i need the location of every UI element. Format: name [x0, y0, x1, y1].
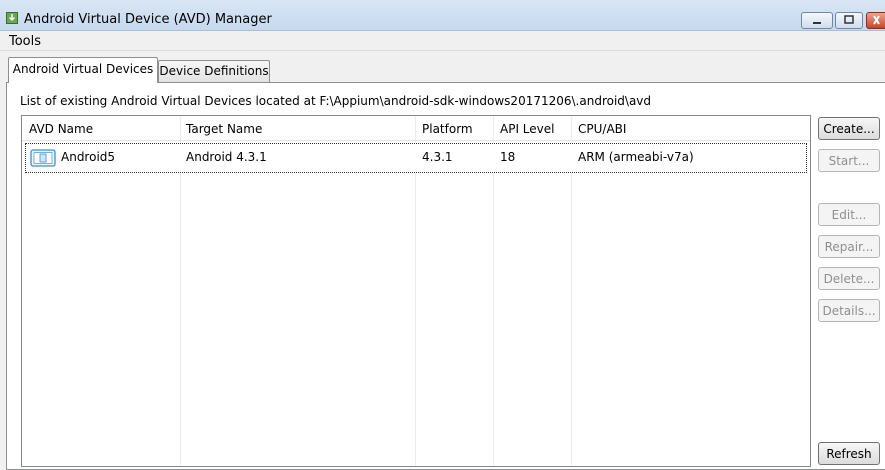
minimize-button[interactable]: [801, 12, 833, 29]
menu-tools[interactable]: Tools: [9, 34, 41, 49]
delete-button[interactable]: Delete...: [818, 267, 880, 290]
create-button[interactable]: Create...: [818, 117, 880, 140]
close-button[interactable]: [866, 12, 885, 29]
avd-table[interactable]: AVD Name Target Name Platform API Level …: [21, 115, 811, 467]
header-separator: [22, 140, 810, 141]
avd-location-description: List of existing Android Virtual Devices…: [20, 94, 652, 108]
column-header-platform[interactable]: Platform: [422, 122, 473, 136]
column-header-avd-name[interactable]: AVD Name: [29, 122, 93, 136]
maximize-icon: [844, 15, 854, 24]
cell-avd-name: Android5: [61, 150, 116, 164]
details-button[interactable]: Details...: [818, 299, 880, 322]
cell-api-level: 18: [500, 150, 516, 164]
start-button[interactable]: Start...: [818, 149, 880, 172]
cell-target-name: Android 4.3.1: [186, 150, 267, 164]
tab-device-definitions[interactable]: Device Definitions: [158, 60, 270, 82]
close-icon: [873, 15, 880, 25]
device-icon: [30, 149, 56, 167]
cell-platform: 4.3.1: [422, 150, 453, 164]
window-title: Android Virtual Device (AVD) Manager: [24, 12, 272, 27]
edit-button[interactable]: Edit...: [818, 203, 880, 226]
refresh-button[interactable]: Refresh: [818, 442, 880, 465]
menu-bar: Tools: [0, 31, 885, 51]
repair-button[interactable]: Repair...: [818, 235, 880, 258]
column-header-api-level[interactable]: API Level: [500, 122, 554, 136]
minimize-icon: [813, 22, 821, 24]
title-bar[interactable]: Android Virtual Device (AVD) Manager: [0, 0, 885, 31]
tab-android-virtual-devices[interactable]: Android Virtual Devices: [8, 57, 158, 83]
android-sdk-app-icon: [6, 12, 18, 24]
column-header-cpu-abi[interactable]: CPU/ABI: [578, 122, 626, 136]
column-header-target-name[interactable]: Target Name: [186, 122, 262, 136]
maximize-button[interactable]: [835, 12, 863, 29]
cell-cpu-abi: ARM (armeabi-v7a): [578, 150, 694, 164]
